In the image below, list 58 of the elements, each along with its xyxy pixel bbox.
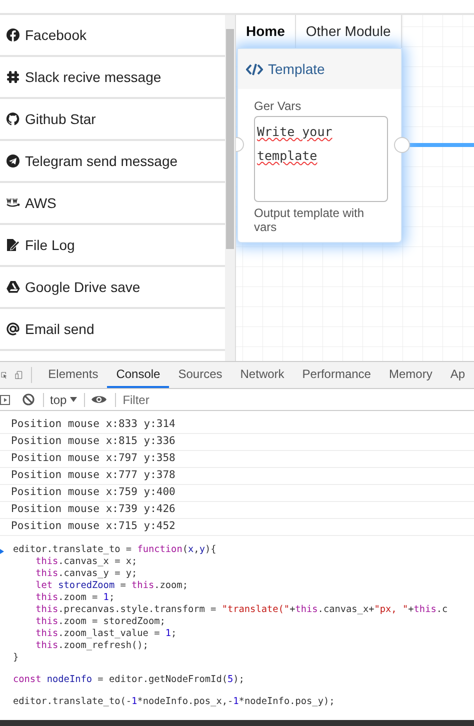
field-label: Ger Vars <box>254 98 302 115</box>
devtools-tab[interactable]: Memory <box>380 362 442 388</box>
log-message: Position mouse x:833 y:314 <box>11 417 176 432</box>
log-message: Position mouse x:815 y:336 <box>11 434 176 450</box>
prompt-icon <box>0 549 4 554</box>
code-line: let storedZoom = this.zoom; <box>34 580 188 592</box>
log-message: Position mouse x:739 y:426 <box>11 502 176 518</box>
clear-icon[interactable] <box>22 393 35 406</box>
log-message: Position mouse x:715 y:452 <box>11 519 176 534</box>
log-message: Position mouse x:797 y:358 <box>11 451 176 466</box>
item-label: Email send <box>25 320 94 338</box>
devtools-tab[interactable]: Console <box>107 362 170 388</box>
github-icon <box>6 112 20 126</box>
devtools-tab[interactable]: Sources <box>169 362 232 388</box>
node-title: Template <box>268 60 325 79</box>
code-line: this.zoom_refresh(); <box>34 640 148 652</box>
output-note: Output template with vars <box>254 206 366 234</box>
devtools-tab[interactable]: Elements <box>39 362 108 388</box>
caret-icon <box>70 397 77 402</box>
item-label: Slack recive message <box>25 68 162 87</box>
code-line: this.precanvas.style.transform = "translate("+this.canvas_x+"px, "+this.c <box>34 604 448 616</box>
facebook-icon <box>6 28 20 42</box>
template-field[interactable]: Write your template <box>254 116 388 202</box>
at-sign-icon <box>6 322 20 336</box>
file-edit-icon <box>6 238 20 252</box>
send-icon <box>6 154 20 168</box>
code-line: editor.translate_to(-1*nodeInfo.pos_x,-1*nodeInfo.pos_y); <box>13 696 335 708</box>
item-label: File Log <box>25 236 75 255</box>
scrollbar-thumb[interactable] <box>226 29 234 249</box>
code-icon <box>246 62 263 76</box>
module-tab[interactable]: Home <box>236 15 296 48</box>
log-message: Position mouse x:759 y:400 <box>11 485 176 500</box>
code-line: this.zoom = storedZoom; <box>34 616 166 628</box>
devtools-tab[interactable]: Network <box>231 362 294 388</box>
item-label: Google Drive save <box>25 278 140 297</box>
item-label: Github Star <box>25 110 96 128</box>
code-line: this.zoom_last_value = 1; <box>34 628 177 640</box>
code-line: this.zoom = 1; <box>34 592 115 604</box>
devtools-tab[interactable]: Ap <box>441 362 474 388</box>
item-label: Telegram send message <box>25 152 178 171</box>
code-line: this.canvas_y = y; <box>34 568 138 580</box>
devtools-tab[interactable]: Performance <box>293 362 380 388</box>
scrollbar[interactable] <box>225 15 236 361</box>
module-tab[interactable]: Other Module <box>296 15 402 48</box>
sidebar-toggle-icon[interactable] <box>0 394 10 404</box>
code-line: } <box>13 652 19 664</box>
drive-icon <box>6 280 20 294</box>
item-label: Facebook <box>25 26 86 44</box>
context-dropdown[interactable]: top <box>50 390 77 408</box>
slack-icon <box>6 70 20 84</box>
node-card[interactable]: Template Ger Vars Write your template Output template with vars <box>237 48 402 243</box>
code-line: this.canvas_x = x; <box>34 556 138 568</box>
log-message: Position mouse x:777 y:378 <box>11 468 176 484</box>
eye-icon[interactable] <box>90 394 107 405</box>
filter-field[interactable]: Filter <box>120 390 474 408</box>
code-line: const nodeInfo = editor.getNodeFromId(5); <box>13 674 244 686</box>
code-line: editor.translate_to = function(x,y){ <box>13 544 216 556</box>
item-label: AWS <box>25 194 56 212</box>
